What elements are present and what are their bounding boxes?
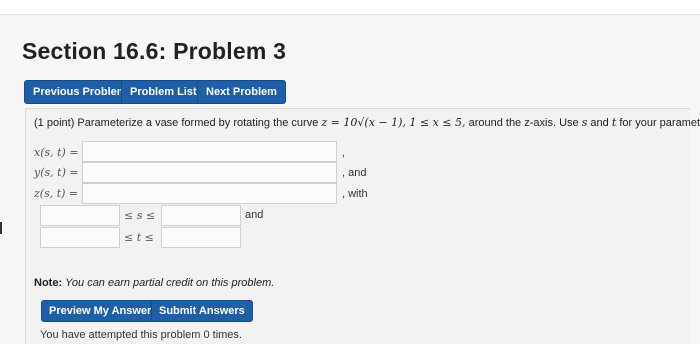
statement-and: and bbox=[590, 117, 609, 129]
curve-equation: z = 10√(x − 1), 1 ≤ x ≤ 5, bbox=[321, 116, 466, 129]
note-label: Note: bbox=[34, 277, 63, 289]
t-inequality: ≤ t ≤ bbox=[124, 231, 154, 244]
y-param-label: y(s, t) = bbox=[34, 166, 79, 179]
s-lower-input[interactable] bbox=[40, 205, 120, 226]
z-param-input[interactable] bbox=[82, 183, 337, 204]
statement-text-1: Parameterize a vase formed by rotating t… bbox=[77, 117, 319, 129]
next-problem-button[interactable]: Next Problem bbox=[197, 80, 286, 104]
s-upper-input[interactable] bbox=[161, 205, 241, 226]
z-param-after: , with bbox=[342, 188, 368, 200]
param-s: s bbox=[581, 116, 588, 129]
s-range-after: and bbox=[245, 209, 264, 221]
partial-credit-note: Note: You can earn partial credit on thi… bbox=[34, 277, 274, 289]
x-param-label: x(s, t) = bbox=[34, 146, 79, 159]
t-upper-input[interactable] bbox=[161, 227, 241, 248]
y-param-after: , and bbox=[342, 167, 367, 179]
submit-answers-button[interactable]: Submit Answers bbox=[151, 300, 253, 322]
x-param-after: , bbox=[342, 147, 346, 159]
z-param-label: z(s, t) = bbox=[34, 187, 79, 200]
page-title: Section 16.6: Problem 3 bbox=[22, 38, 287, 64]
problem-list-button[interactable]: Problem List bbox=[121, 80, 206, 104]
attempts-status: You have attempted this problem 0 times. bbox=[40, 329, 242, 341]
t-lower-input[interactable] bbox=[40, 227, 120, 248]
points-label: (1 point) bbox=[34, 117, 75, 129]
top-bar bbox=[0, 0, 700, 15]
preview-answers-button[interactable]: Preview My Answers bbox=[41, 300, 166, 322]
x-param-input[interactable] bbox=[82, 141, 337, 162]
y-param-input[interactable] bbox=[82, 162, 337, 183]
previous-problem-button[interactable]: Previous Problem bbox=[24, 80, 136, 104]
left-edge-marker bbox=[0, 222, 2, 234]
note-text: You can earn partial credit on this prob… bbox=[65, 277, 275, 289]
statement-text-2: around the z-axis. Use bbox=[468, 117, 579, 129]
statement-text-3: for your parameters. bbox=[619, 117, 700, 129]
s-inequality: ≤ s ≤ bbox=[124, 209, 156, 222]
problem-statement: (1 point) Parameterize a vase formed by … bbox=[34, 116, 700, 129]
param-t: t bbox=[611, 116, 617, 129]
